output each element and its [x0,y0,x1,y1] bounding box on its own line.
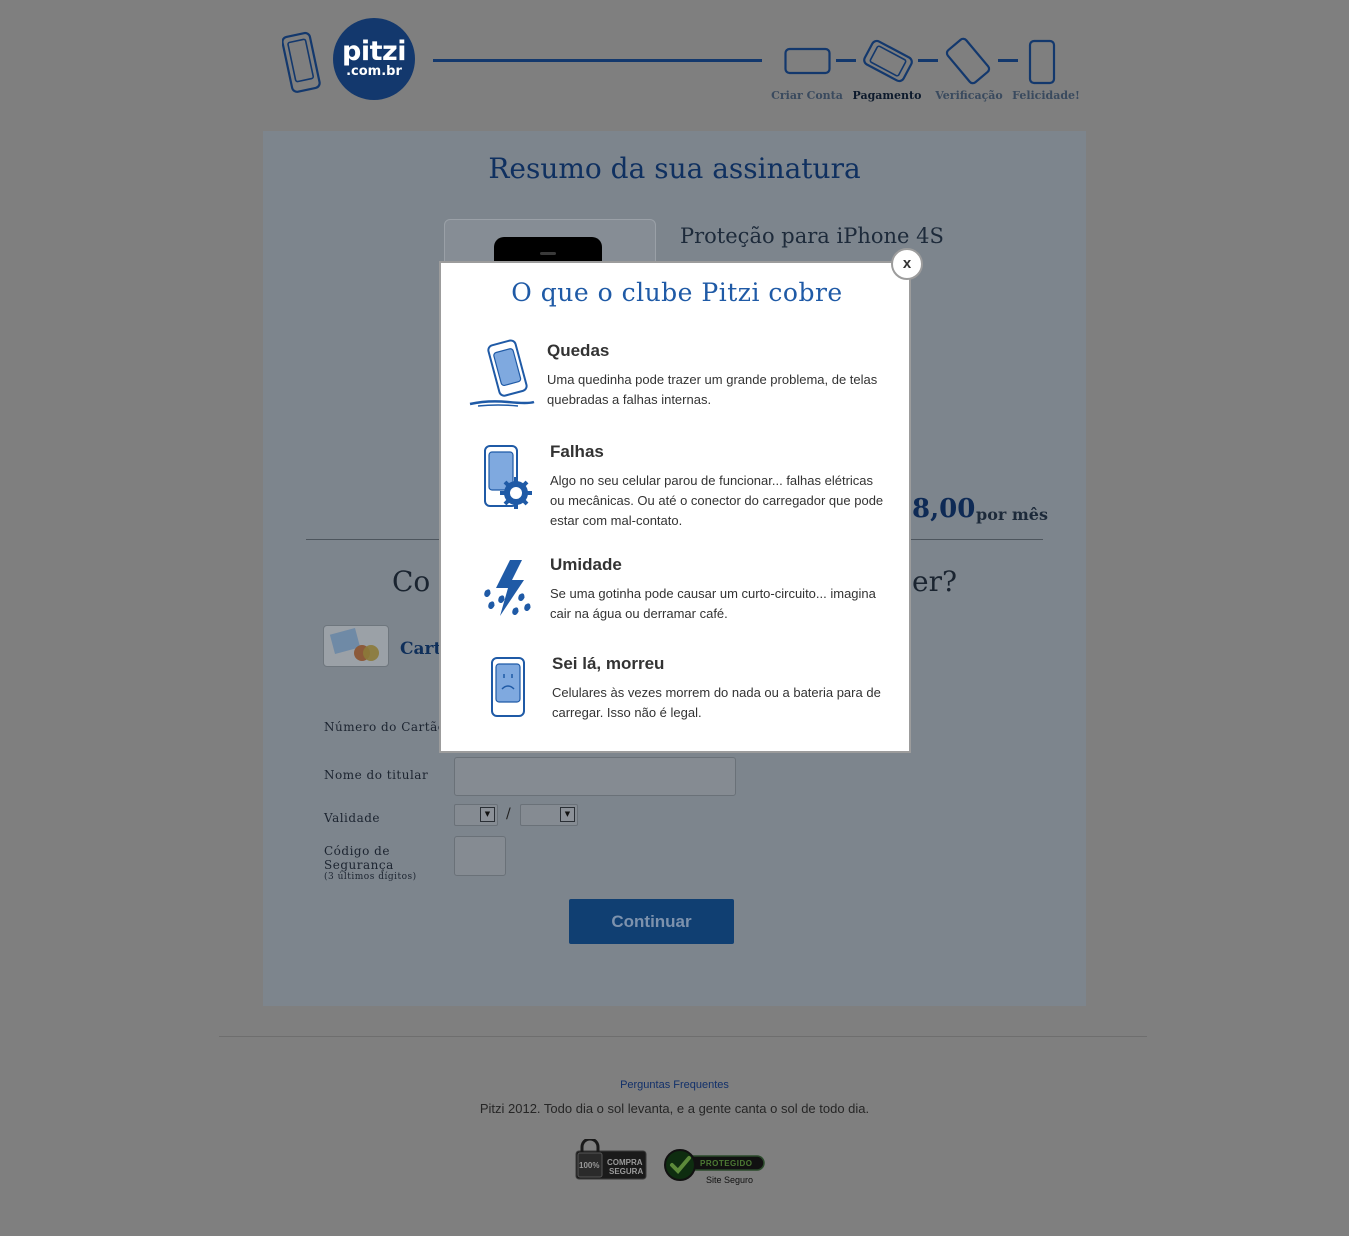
chevron-down-icon: ▼ [480,807,495,822]
item-desc-umidade: Se uma gotinha pode causar um curto-circ… [550,586,876,621]
item-title-umidade: Umidade [550,555,622,574]
step-label-felicidade: Felicidade! [1012,89,1080,102]
item-desc-falhas: Algo no seu celular parou de funcionar..… [550,473,884,528]
badge-protected-sub: Site Seguro [706,1175,754,1185]
phone-landscape-icon [784,47,831,75]
security-code-label-line2: Segurança [324,858,394,872]
holder-name-label: Nome do titular [324,768,429,782]
item-desc-sei-la-morreu: Celulares às vezes morrem do nada ou a b… [552,685,881,720]
site-protegido-badge[interactable]: PROTEGIDO Site Seguro [664,1148,768,1188]
step-connector [918,59,938,62]
validity-year-select[interactable]: ▼ [520,804,578,826]
step-label-criar-conta: Criar Conta [771,89,843,102]
security-code-input[interactable] [454,836,506,876]
logo-subtext: .com.br [346,64,402,79]
validity-separator: / [506,806,511,822]
security-code-hint: (3 últimos dígitos) [324,872,417,882]
item-desc-quedas: Uma quedinha pode trazer um grande probl… [547,372,878,407]
item-title-quedas: Quedas [547,341,610,360]
payment-question-end: er? [912,565,957,598]
close-icon[interactable]: x [891,248,923,280]
validity-label: Validade [324,811,381,825]
badge-line1: COMPRA [607,1158,643,1167]
footer-divider [219,1036,1147,1037]
payment-question-start: Co [392,565,431,598]
phone-gear-icon [484,445,532,509]
summary-title: Resumo da sua assinatura [488,152,861,185]
price-value: 8,00 [912,494,976,524]
modal-title: O que o clube Pitzi cobre [511,278,843,307]
badge-line2: SEGURA [609,1167,644,1176]
falling-phone-icon [469,339,535,407]
step-connector [998,59,1018,62]
step-label-pagamento: Pagamento [852,89,922,102]
security-code-label-line1: Código de [324,844,390,858]
phone-portrait-icon [1028,39,1056,85]
item-title-falhas: Falhas [550,442,604,461]
badge-percent: 100% [579,1161,600,1170]
price-period: por mês [976,505,1048,524]
card-number-label: Número do Cartão [324,720,446,734]
compra-segura-badge[interactable]: 100% COMPRA SEGURA [574,1139,648,1181]
phone-tilted-icon [945,37,991,85]
step-label-verificacao: Verificação [935,89,1003,102]
item-title-sei-la-morreu: Sei lá, morreu [552,654,665,673]
validity-month-select[interactable]: ▼ [454,804,498,826]
continue-button[interactable]: Continuar [569,899,734,944]
phone-speaker [540,252,556,255]
holder-name-input[interactable] [454,757,736,796]
progress-line [433,59,762,62]
rain-lightning-icon [484,560,531,616]
visa-mastercard-icon[interactable] [323,625,389,667]
sad-phone-icon [491,657,525,717]
step-connector [836,59,856,62]
faq-link[interactable]: Perguntas Frequentes [0,1079,1349,1091]
footer-tagline: Pitzi 2012. Todo dia o sol levanta, e a … [479,1101,870,1116]
badge-protected-title: PROTEGIDO [700,1159,753,1168]
phone-tilted-landscape-icon [863,39,913,83]
card-option-label[interactable]: Cart [400,639,441,659]
logo[interactable]: pitzi .com.br [333,18,415,100]
chevron-down-icon: ▼ [560,807,575,822]
logo-phone-icon [282,31,321,93]
logo-text: pitzi [342,36,406,67]
product-name: Proteção para iPhone 4S [680,224,944,248]
